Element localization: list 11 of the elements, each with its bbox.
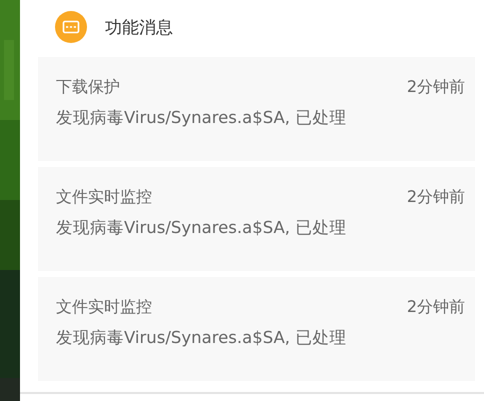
message-text: 发现病毒Virus/Synares.a$SA, 已处理 [56, 217, 348, 239]
message-title: 文件实时监控 [56, 187, 152, 208]
message-text: 发现病毒Virus/Synares.a$SA, 已处理 [56, 327, 348, 349]
section-title: 功能消息 [105, 16, 173, 38]
message-icon [55, 11, 87, 43]
message-time: 2分钟前 [406, 187, 465, 208]
message-title: 文件实时监控 [56, 297, 152, 318]
message-text: 发现病毒Virus/Synares.a$SA, 已处理 [56, 107, 348, 129]
message-title: 下载保护 [56, 77, 120, 98]
message-time: 2分钟前 [406, 77, 465, 98]
message-time: 2分钟前 [406, 297, 465, 318]
